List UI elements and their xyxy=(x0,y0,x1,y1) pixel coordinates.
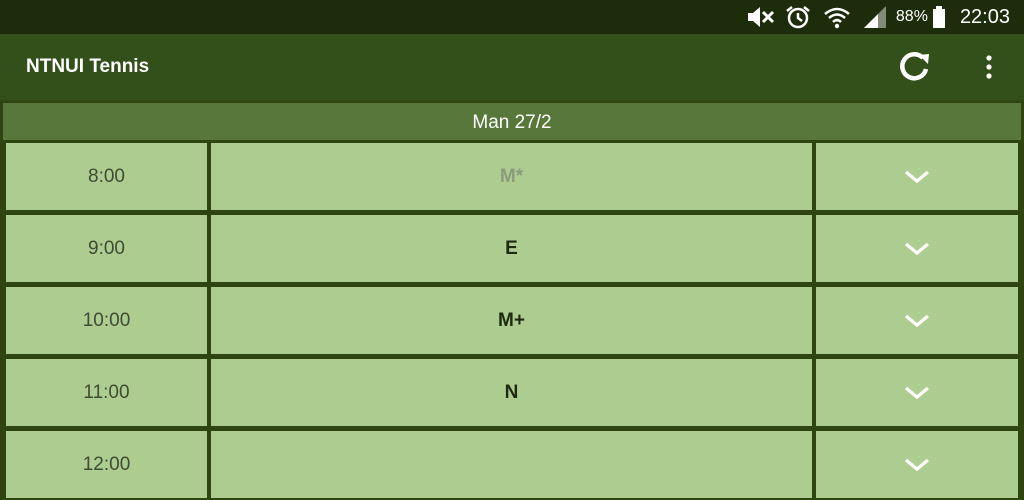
refresh-icon xyxy=(900,52,929,81)
slot-level: M* xyxy=(211,143,812,210)
clock: 22:03 xyxy=(959,5,1010,28)
expand-button[interactable] xyxy=(816,287,1018,354)
expand-button[interactable] xyxy=(816,431,1018,498)
mute-icon xyxy=(744,0,778,34)
chevron-down-icon xyxy=(904,170,930,183)
status-bar: 88% 22:03 xyxy=(0,0,1024,34)
slot-level: E xyxy=(211,215,812,282)
expand-button[interactable] xyxy=(816,359,1018,426)
slot-time: 9:00 xyxy=(6,215,207,282)
overflow-menu-button[interactable] xyxy=(972,47,1006,87)
refresh-button[interactable] xyxy=(893,47,937,87)
battery-percentage: 88% xyxy=(895,8,928,25)
signal-icon xyxy=(862,0,888,34)
alarm-icon xyxy=(784,0,812,34)
time-slot-row[interactable]: 11:00 N xyxy=(6,359,1018,426)
chevron-down-icon xyxy=(904,314,930,327)
expand-button[interactable] xyxy=(816,215,1018,282)
schedule-content: Man 27/2 8:00 M* 9:00 E 10:00 M+ 11:00 N… xyxy=(0,100,1024,500)
more-vert-icon xyxy=(986,55,992,79)
time-slot-row[interactable]: 9:00 E xyxy=(6,215,1018,282)
slot-level: M+ xyxy=(211,287,812,354)
chevron-down-icon xyxy=(904,386,930,399)
slot-level: N xyxy=(211,359,812,426)
chevron-down-icon xyxy=(904,242,930,255)
slot-time: 10:00 xyxy=(6,287,207,354)
status-icons: 88% 22:03 xyxy=(744,0,1010,34)
date-header: Man 27/2 xyxy=(3,103,1021,140)
chevron-down-icon xyxy=(904,458,930,471)
slot-time: 8:00 xyxy=(6,143,207,210)
time-slot-row[interactable]: 8:00 M* xyxy=(6,143,1018,210)
battery-icon xyxy=(932,0,946,34)
app-title: NTNUI Tennis xyxy=(26,56,150,77)
slot-time: 11:00 xyxy=(6,359,207,426)
slot-level xyxy=(211,431,812,498)
slot-time: 12:00 xyxy=(6,431,207,498)
wifi-icon xyxy=(822,0,852,34)
expand-button[interactable] xyxy=(816,143,1018,210)
time-slot-row[interactable]: 12:00 xyxy=(6,431,1018,498)
app-bar: NTNUI Tennis xyxy=(0,34,1024,100)
time-slot-row[interactable]: 10:00 M+ xyxy=(6,287,1018,354)
